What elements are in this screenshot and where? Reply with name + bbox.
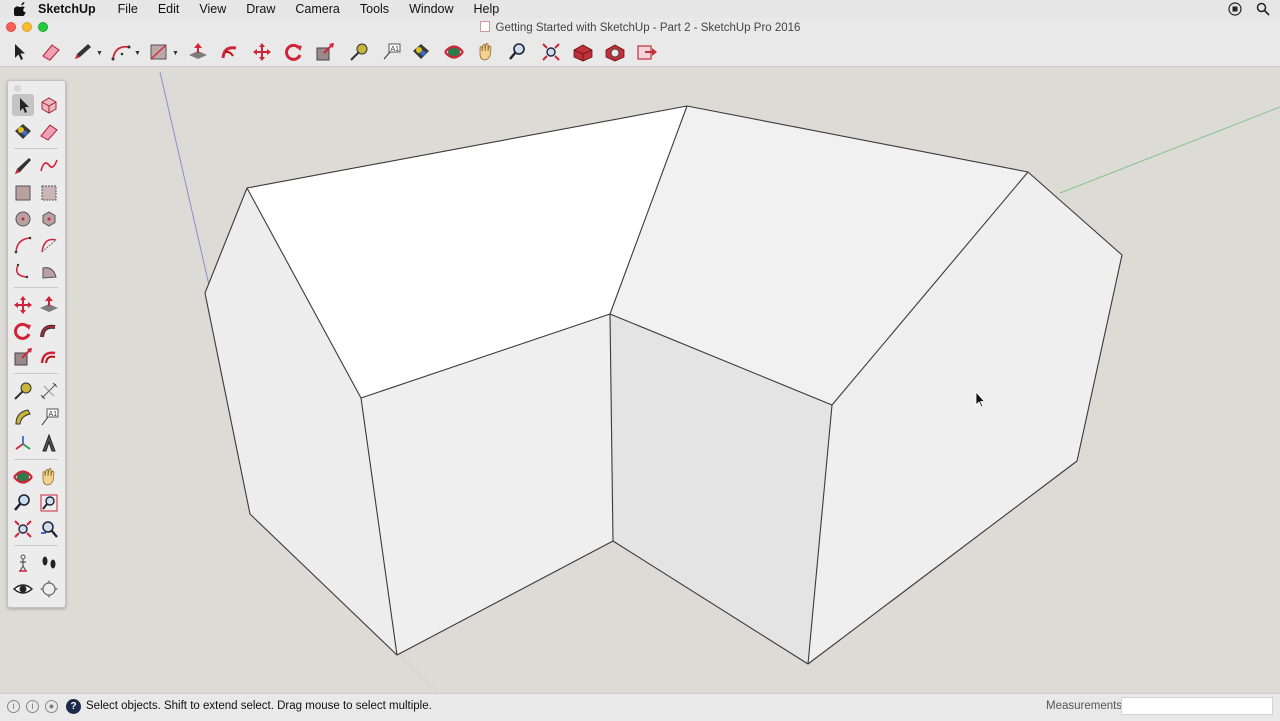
- palette-separator: [14, 545, 58, 546]
- user-account-icon[interactable]: ●: [45, 700, 58, 713]
- palette-separator: [14, 373, 58, 374]
- svg-text:A1: A1: [391, 46, 400, 53]
- walk-icon[interactable]: [38, 552, 60, 574]
- shape-tools-dropdown-caret[interactable]: ▼: [172, 50, 179, 57]
- follow-me-icon[interactable]: [219, 42, 241, 62]
- screen-record-icon[interactable]: [1228, 2, 1242, 16]
- orbit-icon[interactable]: [443, 42, 465, 62]
- move-icon[interactable]: [251, 42, 273, 62]
- push-pull-icon[interactable]: [38, 294, 60, 316]
- modeling-viewport[interactable]: [0, 67, 1280, 693]
- pan-icon[interactable]: [38, 466, 60, 488]
- scale-icon[interactable]: [315, 42, 337, 62]
- palette-close-icon[interactable]: [14, 85, 21, 92]
- text-icon[interactable]: A1: [38, 406, 60, 428]
- previous-view-icon[interactable]: [38, 518, 60, 540]
- measurements-label: Measurements: [1046, 700, 1123, 712]
- line-pencil-icon[interactable]: [72, 42, 94, 62]
- palette-separator: [14, 148, 58, 149]
- orbit-icon[interactable]: [12, 466, 34, 488]
- polygon-icon[interactable]: [38, 208, 60, 230]
- arc-tools-dropdown-caret[interactable]: ▼: [134, 50, 141, 57]
- extension-warehouse-icon[interactable]: [604, 42, 626, 62]
- arc-icon[interactable]: [110, 42, 132, 62]
- send-to-layout-icon[interactable]: [636, 42, 658, 62]
- rectangle-icon[interactable]: [12, 182, 34, 204]
- window-title: Getting Started with SketchUp - Part 2 -…: [0, 21, 1280, 34]
- apple-icon[interactable]: [14, 2, 28, 16]
- window-title-text: Getting Started with SketchUp - Part 2 -…: [495, 22, 801, 34]
- paint-bucket-icon[interactable]: [12, 121, 34, 143]
- zoom-icon[interactable]: [507, 42, 529, 62]
- look-around-icon[interactable]: [12, 578, 34, 600]
- axes-icon[interactable]: [12, 432, 34, 454]
- freehand-icon[interactable]: [38, 155, 60, 177]
- tape-measure-icon[interactable]: [348, 42, 370, 62]
- credits-icon[interactable]: i: [26, 700, 39, 713]
- rotate-icon[interactable]: [12, 320, 34, 342]
- line-icon[interactable]: [12, 155, 34, 177]
- menu-edit[interactable]: Edit: [158, 2, 180, 16]
- document-icon: [479, 21, 490, 32]
- instructor-help-icon[interactable]: ?: [66, 699, 81, 714]
- section-plane-icon[interactable]: [38, 578, 60, 600]
- dimension-icon[interactable]: [38, 380, 60, 402]
- menu-draw[interactable]: Draw: [246, 2, 275, 16]
- protractor-icon[interactable]: [12, 406, 34, 428]
- 3d-warehouse-icon[interactable]: [572, 42, 594, 62]
- make-component-icon[interactable]: [38, 94, 60, 116]
- zoom-extents-icon[interactable]: [540, 42, 562, 62]
- zoom-window-icon[interactable]: [38, 492, 60, 514]
- line-tools-dropdown-caret[interactable]: ▼: [96, 50, 103, 57]
- geo-location-icon[interactable]: i: [7, 700, 20, 713]
- text-icon[interactable]: A1: [380, 42, 402, 62]
- pie-icon[interactable]: [38, 260, 60, 282]
- palette-separator: [14, 287, 58, 288]
- rectangle-icon[interactable]: [148, 42, 170, 62]
- eraser-icon[interactable]: [38, 121, 60, 143]
- menu-app-name[interactable]: SketchUp: [38, 2, 96, 16]
- move-icon[interactable]: [12, 294, 34, 316]
- macos-menubar: SketchUp File Edit View Draw Camera Tool…: [0, 0, 1280, 18]
- push-pull-icon[interactable]: [187, 42, 209, 62]
- follow-me-icon[interactable]: [38, 320, 60, 342]
- menu-file[interactable]: File: [118, 2, 138, 16]
- menu-tools[interactable]: Tools: [360, 2, 389, 16]
- menu-help[interactable]: Help: [474, 2, 500, 16]
- rotate-icon[interactable]: [283, 42, 305, 62]
- tape-measure-icon[interactable]: [12, 380, 34, 402]
- svg-text:A1: A1: [49, 411, 58, 418]
- circle-icon[interactable]: [12, 208, 34, 230]
- arc-icon[interactable]: [12, 234, 34, 256]
- offset-icon[interactable]: [38, 346, 60, 368]
- paint-bucket-icon[interactable]: [410, 42, 432, 62]
- getting-started-toolbar: ▼ ▼ ▼ A1: [0, 38, 1280, 67]
- window-titlebar: Getting Started with SketchUp - Part 2 -…: [0, 18, 1280, 38]
- select-icon[interactable]: [8, 42, 30, 62]
- palette-separator: [14, 459, 58, 460]
- menu-camera[interactable]: Camera: [295, 2, 339, 16]
- position-camera-icon[interactable]: [12, 552, 34, 574]
- scale-icon[interactable]: [12, 346, 34, 368]
- zoom-icon[interactable]: [12, 492, 34, 514]
- zoom-extents-icon[interactable]: [12, 518, 34, 540]
- status-message: Select objects. Shift to extend select. …: [86, 700, 432, 712]
- eraser-icon[interactable]: [40, 42, 62, 62]
- status-bar: i i ● ? Select objects. Shift to extend …: [0, 693, 1280, 721]
- rotated-rectangle-icon[interactable]: [38, 182, 60, 204]
- two-point-arc-icon[interactable]: [38, 234, 60, 256]
- measurements-input[interactable]: [1121, 697, 1273, 715]
- menu-view[interactable]: View: [199, 2, 226, 16]
- three-point-arc-icon[interactable]: [12, 260, 34, 282]
- menu-window[interactable]: Window: [409, 2, 453, 16]
- pan-icon[interactable]: [475, 42, 497, 62]
- 3d-text-icon[interactable]: [38, 432, 60, 454]
- spotlight-search-icon[interactable]: [1256, 2, 1270, 16]
- large-tool-set-palette: A1: [7, 80, 66, 608]
- select-icon[interactable]: [12, 94, 34, 116]
